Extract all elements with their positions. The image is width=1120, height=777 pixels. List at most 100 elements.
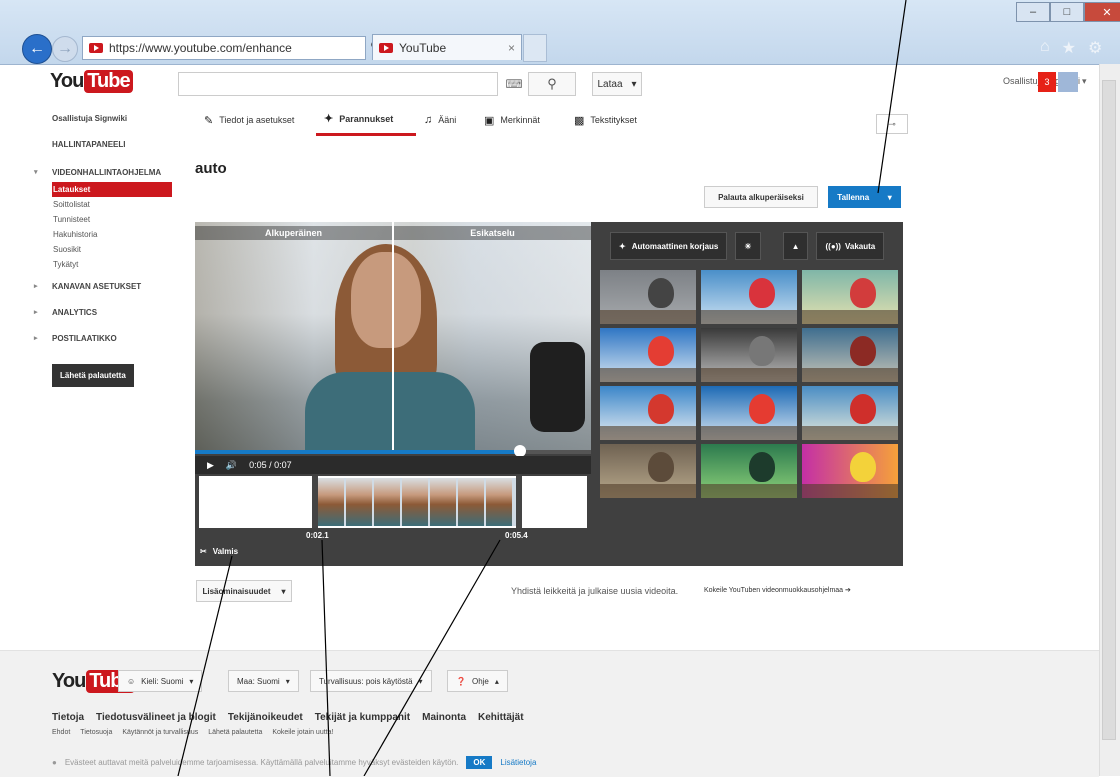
play-icon[interactable]: ▶ — [207, 460, 214, 471]
star-icon[interactable]: ★ — [1062, 38, 1076, 58]
sidebar-item-tags[interactable]: Tunnisteet — [52, 212, 172, 227]
filter-thumbnail[interactable] — [802, 328, 898, 382]
youtube-logo[interactable]: You Tube — [50, 70, 133, 93]
safety-dropdown[interactable]: Turvallisuus: pois käytöstä ▾ — [310, 670, 432, 692]
tab-audio[interactable]: ♫ Ääni — [416, 114, 476, 136]
frame-thumbnail — [486, 478, 512, 526]
sidebar-analytics-label: ANALYTICS — [52, 308, 98, 317]
revert-button[interactable]: Palauta alkuperäiseksi — [704, 186, 818, 208]
footer-link[interactable]: Kokeile jotain uutta! — [272, 729, 333, 736]
footer-link[interactable]: Tietoja — [52, 712, 84, 723]
keyboard-shortcuts-button[interactable]: ⊸ — [876, 114, 908, 134]
sidebar-item-favorites[interactable]: Suosikit — [52, 242, 172, 257]
address-bar[interactable]: https://www.youtube.com/enhance — [82, 36, 366, 60]
sidebar-item-likes[interactable]: Tykätyt — [52, 257, 172, 272]
volume-icon[interactable]: 🔊 — [226, 460, 237, 471]
preview-label: Esikatselu — [470, 228, 515, 238]
sidebar-inbox[interactable]: ▸ POSTILAATIKKO — [34, 332, 172, 358]
cookie-text: Evästeet auttavat meitä palveluidemme ta… — [64, 758, 459, 767]
close-button[interactable]: ✕ — [1084, 2, 1120, 22]
footer-link[interactable]: Tekijät ja kumppanit — [315, 712, 410, 723]
back-button[interactable]: ← — [22, 34, 52, 64]
filter-thumbnail[interactable] — [701, 444, 797, 498]
maximize-button[interactable]: □ — [1050, 2, 1084, 22]
auto-fix-label: Automaattinen korjaus — [631, 241, 719, 251]
sidebar-user[interactable]: Osallistuja Signwiki — [52, 112, 172, 138]
filter-thumbnail[interactable] — [802, 270, 898, 324]
footer-link[interactable]: Tekijänoikeudet — [228, 712, 303, 723]
filter-thumbnail[interactable] — [802, 444, 898, 498]
brightness-button[interactable]: ☀ — [735, 232, 761, 260]
video-preview[interactable]: Alkuperäinen Esikatselu — [195, 222, 591, 452]
chevron-down-icon[interactable]: ▾ — [888, 193, 892, 202]
browser-tab[interactable]: YouTube × — [372, 34, 522, 60]
time-display: 0:05 / 0:07 — [249, 460, 292, 470]
chevron-down-icon[interactable]: ▾ — [1082, 76, 1087, 87]
gear-icon[interactable]: ⚙ — [1088, 38, 1102, 58]
home-icon[interactable]: ⌂ — [1040, 38, 1050, 58]
trim-end-handle[interactable] — [516, 476, 522, 528]
filter-thumbnail[interactable] — [701, 328, 797, 382]
extra-features-dropdown[interactable]: Lisäominaisuudet ▾ — [196, 580, 292, 602]
filter-thumbnail[interactable] — [802, 386, 898, 440]
frame-thumbnail — [458, 478, 484, 526]
auto-fix-button[interactable]: ✦ Automaattinen korjaus — [610, 232, 728, 260]
trim-selection[interactable] — [318, 478, 516, 526]
trim-done-button[interactable]: ✂ Valmis — [200, 547, 238, 556]
filter-thumbnail[interactable] — [701, 386, 797, 440]
cookie-ok-button[interactable]: OK — [466, 756, 493, 769]
keyboard-icon[interactable]: ⌨ — [503, 72, 525, 96]
upload-button[interactable]: Lataa ▾ — [592, 72, 642, 96]
tab-label: Ääni — [438, 115, 457, 125]
minimize-button[interactable]: – — [1016, 2, 1050, 22]
footer-link[interactable]: Mainonta — [422, 712, 466, 723]
original-label: Alkuperäinen — [264, 228, 322, 238]
sidebar-item-search-history[interactable]: Hakuhistoria — [52, 227, 172, 242]
stabilize-label: Vakauta — [844, 241, 876, 251]
save-button[interactable]: Tallenna ▾ — [828, 186, 901, 208]
footer-link[interactable]: Tietosuoja — [80, 729, 112, 736]
logo-tube: Tube — [84, 70, 133, 93]
footer-link[interactable]: Tiedotusvälineet ja blogit — [96, 712, 216, 723]
sidebar-item-uploads[interactable]: Lataukset — [52, 182, 172, 197]
sidebar-item-playlists[interactable]: Soittolistat — [52, 197, 172, 212]
footer-link[interactable]: Kehittäjät — [478, 712, 524, 723]
search-input[interactable] — [178, 72, 498, 96]
notification-badge[interactable]: 3 — [1038, 72, 1056, 92]
footer-link[interactable]: Ehdot — [52, 729, 70, 736]
sidebar-dashboard[interactable]: HALLINTAPANEELI — [52, 138, 172, 166]
slow-motion-button[interactable]: ▲ — [782, 232, 809, 260]
filter-thumbnail[interactable] — [600, 386, 696, 440]
avatar[interactable] — [1058, 72, 1078, 92]
tab-subtitles[interactable]: ▩ Tekstitykset — [566, 114, 649, 136]
close-tab-icon[interactable]: × — [508, 41, 515, 55]
new-tab-button[interactable] — [523, 34, 547, 62]
forward-button[interactable]: → — [52, 36, 78, 62]
filter-thumbnail[interactable] — [701, 270, 797, 324]
search-icon: ⚲ — [547, 76, 557, 91]
footer-link[interactable]: Käytännöt ja turvallisuus — [122, 729, 198, 736]
footer-link[interactable]: Lähetä palautetta — [208, 729, 262, 736]
sidebar-analytics[interactable]: ▸ ANALYTICS — [34, 306, 172, 332]
sidebar-video-manager[interactable]: ▾ VIDEONHALLINTAOHJELMA — [34, 166, 172, 182]
filter-thumbnail[interactable] — [600, 270, 696, 324]
filter-thumbnail[interactable] — [600, 328, 696, 382]
country-dropdown[interactable]: Maa: Suomi ▾ — [228, 670, 299, 692]
stabilize-button[interactable]: ((●)) Vakauta — [816, 232, 885, 260]
more-info-link[interactable]: Lisätietoja — [500, 758, 536, 767]
help-dropdown[interactable]: ❓ Ohje ▴ — [447, 670, 508, 692]
filter-thumbnail[interactable] — [600, 444, 696, 498]
sidebar-channel-settings[interactable]: ▸ KANAVAN ASETUKSET — [34, 280, 172, 306]
scrollbar-thumb[interactable] — [1102, 80, 1116, 740]
send-feedback-button[interactable]: Lähetä palautetta — [52, 364, 134, 387]
trim-start-handle[interactable] — [312, 476, 318, 528]
tab-annotations[interactable]: ▣ Merkinnät — [476, 114, 566, 136]
logo-you: You — [50, 70, 84, 92]
tab-enhancements[interactable]: ✦ Parannukset — [316, 113, 416, 136]
tab-info-settings[interactable]: ✎ Tiedot ja asetukset — [196, 114, 316, 136]
info-icon: ● — [52, 758, 57, 767]
split-view-handle[interactable] — [392, 222, 394, 452]
search-button[interactable]: ⚲ — [528, 72, 576, 96]
language-dropdown[interactable]: ☺ Kieli: Suomi ▾ — [118, 670, 203, 692]
try-video-editor-link[interactable]: Kokeile YouTuben videonmuokkausohjelmaa … — [704, 586, 851, 594]
